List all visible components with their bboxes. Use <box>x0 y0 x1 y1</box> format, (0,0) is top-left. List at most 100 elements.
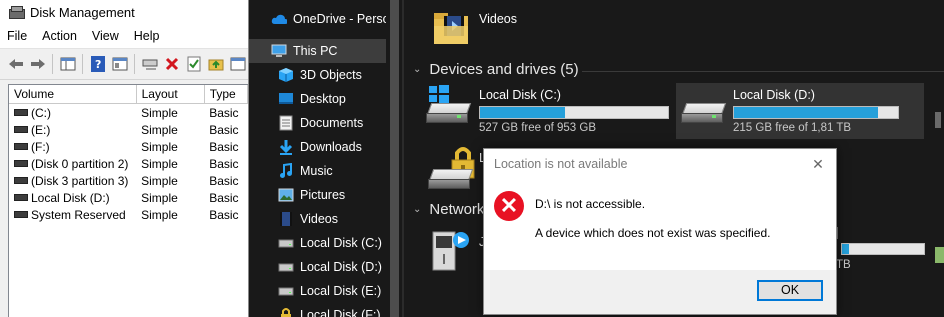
drive-tile-d[interactable]: Local Disk (D:) 215 GB free of 1,81 TB <box>676 83 924 139</box>
nav-item-onedrive[interactable]: OneDrive - Person <box>249 7 386 31</box>
volume-name: (Disk 0 partition 2) <box>31 156 129 171</box>
properties-icon[interactable] <box>110 54 129 75</box>
console-tree-icon[interactable] <box>58 54 77 75</box>
network-device-size: TB <box>836 259 851 271</box>
drive-free-space: 527 GB free of 953 GB <box>479 122 596 134</box>
drive-tile-c[interactable]: Local Disk (C:) 527 GB free of 953 GB <box>421 83 674 139</box>
dialog-detail: A device which does not exist was specif… <box>535 226 771 240</box>
drive-icon <box>676 83 728 135</box>
network-device-usage-bar <box>841 243 925 255</box>
back-arrow-icon[interactable] <box>6 54 25 75</box>
error-icon: ✕ <box>494 191 524 221</box>
volume-list[interactable]: Volume Layout Type (C:) Simple Basic (E:… <box>8 84 248 317</box>
table-row[interactable]: Local Disk (D:) Simple Basic <box>9 189 248 206</box>
volume-name: (C:) <box>31 105 51 120</box>
videos-folder-label[interactable]: Videos <box>479 12 517 26</box>
menu-view[interactable]: View <box>85 29 127 43</box>
locked-drive-icon[interactable] <box>427 143 477 191</box>
drive-name: Local Disk (D:) <box>733 88 815 102</box>
dialog-body: ✕ D:\ is not accessible. A device which … <box>484 179 836 269</box>
nav-item-local-disk-d[interactable]: Local Disk (D:) <box>249 255 386 279</box>
volume-icon <box>14 108 28 116</box>
pictures-icon <box>278 187 294 203</box>
volume-cell: (E:) <box>9 121 136 138</box>
connect-icon[interactable] <box>140 54 159 75</box>
layout-cell: Simple <box>141 207 178 222</box>
menu-file[interactable]: File <box>0 29 35 43</box>
nav-item-documents[interactable]: Documents <box>249 111 386 135</box>
folder-up-icon[interactable] <box>207 54 226 75</box>
menu-action[interactable]: Action <box>35 29 85 43</box>
network-device-usage-fill <box>842 244 849 254</box>
volume-icon <box>14 159 28 167</box>
drive-free-space: 215 GB free of 1,81 TB <box>733 122 852 134</box>
table-row[interactable]: (E:) Simple Basic <box>9 121 248 138</box>
layout-cell: Simple <box>141 122 178 137</box>
document-icon <box>278 115 294 131</box>
toolbar-divider <box>134 54 136 74</box>
table-row[interactable]: (C:) Simple Basic <box>9 104 248 122</box>
close-icon[interactable]: ✕ <box>810 156 826 172</box>
volume-table-header: Volume Layout Type <box>9 85 248 104</box>
cloud-icon <box>271 11 287 27</box>
svg-text:?: ? <box>95 58 101 71</box>
type-cell: Basic <box>209 139 239 154</box>
volume-name: (Disk 3 partition 3) <box>31 173 129 188</box>
dm-titlebar: Disk Management <box>0 0 248 24</box>
drive-icon <box>278 235 294 251</box>
partial-network-icon[interactable] <box>934 245 944 265</box>
table-row[interactable]: (F:) Simple Basic <box>9 138 248 155</box>
nav-item-pictures[interactable]: Pictures <box>249 183 386 207</box>
nav-scrollbar-thumb[interactable] <box>390 0 399 317</box>
table-row[interactable]: (Disk 3 partition 3) Simple Basic <box>9 172 248 189</box>
layout-cell: Simple <box>141 190 178 205</box>
menu-help[interactable]: Help <box>127 29 168 43</box>
column-header-volume[interactable]: Volume <box>9 85 137 104</box>
dm-title: Disk Management <box>30 4 135 20</box>
cube-icon <box>278 67 294 83</box>
videos-folder-icon[interactable] <box>432 8 470 46</box>
forward-arrow-icon[interactable] <box>28 54 47 75</box>
delete-icon[interactable] <box>162 54 181 75</box>
nav-item-this-pc[interactable]: This PC <box>249 39 386 63</box>
volume-cell: Local Disk (D:) <box>9 189 136 206</box>
toolbar-divider <box>52 54 54 74</box>
error-dialog: Location is not available ✕ ✕ D:\ is not… <box>483 148 837 315</box>
table-row[interactable]: System Reserved Simple Basic <box>9 206 248 223</box>
drive-usage-bar <box>733 106 899 119</box>
help-icon[interactable]: ? <box>88 54 107 75</box>
column-header-type[interactable]: Type <box>204 85 248 104</box>
network-group-header[interactable]: ⌄ Network <box>413 201 484 218</box>
ok-button[interactable]: OK <box>757 280 823 301</box>
column-header-layout[interactable]: Layout <box>136 85 205 104</box>
drive-usage-fill <box>734 107 879 118</box>
nav-item-music[interactable]: Music <box>249 159 386 183</box>
nav-item-label: This PC <box>293 44 338 58</box>
layout-cell: Simple <box>141 156 178 171</box>
partial-drive-icon[interactable] <box>935 112 941 128</box>
volume-cell: System Reserved <box>9 206 136 223</box>
drive-name: Local Disk (C:) <box>479 88 561 102</box>
drive-icon <box>278 283 294 299</box>
media-device-icon[interactable] <box>429 226 475 274</box>
chevron-down-icon: ⌄ <box>413 64 422 75</box>
nav-item-3d-objects[interactable]: 3D Objects <box>249 63 386 87</box>
rescan-icon[interactable] <box>229 54 248 75</box>
dialog-title: Location is not available <box>494 157 628 171</box>
nav-item-videos[interactable]: Videos <box>249 207 386 231</box>
video-icon <box>278 211 294 227</box>
devices-group-header[interactable]: ⌄ Devices and drives (5) <box>413 61 579 78</box>
nav-item-desktop[interactable]: Desktop <box>249 87 386 111</box>
check-icon[interactable] <box>185 54 204 75</box>
table-row[interactable]: (Disk 0 partition 2) Simple Basic <box>9 155 248 172</box>
nav-item-local-disk-c[interactable]: Local Disk (C:) <box>249 231 386 255</box>
desktop-icon <box>278 91 294 107</box>
volume-cell: (F:) <box>9 138 136 155</box>
drive-usage-fill <box>480 107 565 118</box>
nav-scrollbar[interactable] <box>386 0 402 317</box>
type-cell: Basic <box>209 105 239 120</box>
nav-item-downloads[interactable]: Downloads <box>249 135 386 159</box>
dm-menubar: File Action View Help <box>0 24 248 48</box>
nav-item-local-disk-e[interactable]: Local Disk (E:) <box>249 279 386 303</box>
nav-item-local-disk-f[interactable]: Local Disk (F:) <box>249 303 386 317</box>
